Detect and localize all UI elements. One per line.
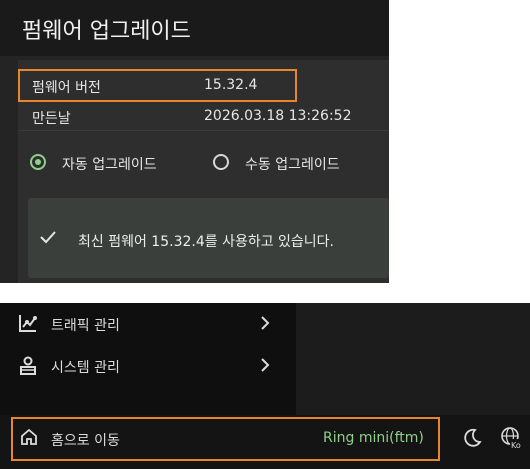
nav-overlay-area: [296, 303, 530, 415]
auto-upgrade-label[interactable]: 자동 업그레이드: [62, 154, 157, 174]
svg-text:Ko: Ko: [511, 441, 521, 449]
check-icon: [40, 231, 56, 244]
moon-icon[interactable]: [461, 427, 483, 449]
sidebar-item-traffic[interactable]: 트래픽 관리: [51, 315, 120, 335]
system-user-icon: [20, 356, 36, 375]
page-title: 펌웨어 업그레이드: [22, 19, 191, 44]
chevron-right-icon[interactable]: [260, 316, 270, 330]
auto-upgrade-radio[interactable]: [30, 154, 46, 170]
notice-text: 최신 펌웨어 15.32.4를 사용하고 있습니다.: [78, 234, 335, 250]
date-value: 2026.03.18 13:26:52: [204, 108, 352, 124]
version-value: 15.32.4: [204, 77, 258, 93]
sidebar-item-system[interactable]: 시스템 관리: [51, 357, 120, 377]
home-icon[interactable]: [19, 427, 39, 447]
home-link[interactable]: 홈으로 이동: [51, 430, 120, 450]
device-name: Ring mini(ftm): [323, 430, 424, 446]
version-label: 펌웨어 버전: [32, 80, 101, 96]
divider: [18, 130, 389, 131]
date-label: 만든날: [32, 111, 71, 127]
chevron-right-icon[interactable]: [260, 358, 270, 372]
traffic-chart-icon: [19, 315, 37, 332]
manual-upgrade-radio[interactable]: [213, 154, 229, 170]
manual-upgrade-label[interactable]: 수동 업그레이드: [245, 154, 340, 174]
globe-ko-icon[interactable]: Ko: [499, 425, 523, 449]
nav-menu: [0, 303, 296, 415]
